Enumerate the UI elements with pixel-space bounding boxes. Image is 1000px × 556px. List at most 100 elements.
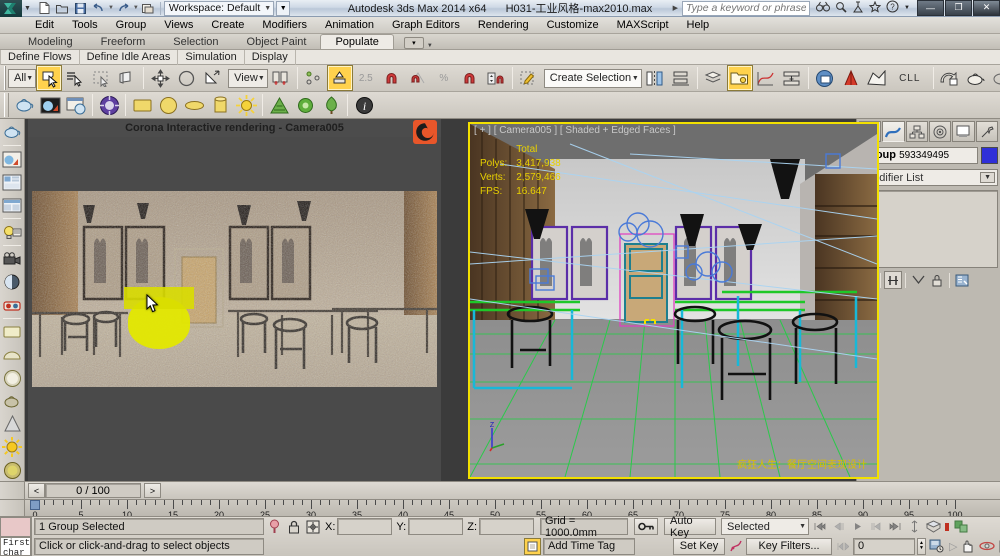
next-frame-button[interactable]: > [144, 483, 161, 498]
hierarchy-tab[interactable] [905, 121, 928, 142]
camera-viewport[interactable]: [ + ] [ Camera005 ] [ Shaded + Edged Fac… [468, 122, 879, 479]
favorite-star-icon[interactable] [868, 0, 882, 16]
daylight-system-icon[interactable] [1, 271, 24, 293]
previous-frame-button[interactable]: < [28, 483, 45, 498]
foliage-icon[interactable] [292, 92, 318, 118]
add-time-tag-field[interactable]: Add Time Tag [543, 537, 636, 555]
remove-modifier-icon[interactable] [928, 271, 946, 289]
box-primitive-icon[interactable] [129, 92, 155, 118]
current-frame-field[interactable]: 0 / 100 [45, 483, 141, 498]
edit-named-selection-icon[interactable] [516, 65, 542, 91]
binoculars-icon[interactable] [816, 1, 831, 15]
menu-item-maxscript[interactable]: MAXScript [608, 17, 678, 34]
workspace-selector[interactable]: Workspace: Default ▼ [163, 0, 275, 16]
render-setup-icon[interactable] [838, 65, 864, 91]
go-to-start-icon[interactable] [811, 519, 828, 535]
object-color-swatch[interactable] [981, 147, 998, 164]
toolbar-grip[interactable] [4, 66, 6, 90]
render-settings-icon[interactable] [63, 92, 89, 118]
sun-light-icon[interactable] [1, 436, 24, 458]
minimize-button[interactable]: — [917, 0, 944, 16]
make-unique-icon[interactable] [909, 271, 927, 289]
menu-item-graph-editors[interactable]: Graph Editors [383, 17, 469, 34]
window-crossing-icon[interactable] [114, 65, 140, 91]
save-file-icon[interactable] [72, 1, 89, 16]
track-bar[interactable]: 0 5 10 15 20 25 30 35 40 45 50 55 60 65 70 75 80 85 90 95 10… [0, 499, 1000, 516]
ribbon-tab-freeform[interactable]: Freeform [87, 35, 160, 49]
omni-light-icon[interactable] [233, 92, 259, 118]
ribbon-subtab-simulation[interactable]: Simulation [178, 49, 245, 65]
align-icon[interactable] [668, 65, 694, 91]
selection-filter-dropdown[interactable]: All ▼ [8, 68, 37, 88]
project-folder-icon[interactable] [140, 1, 157, 16]
maximize-button[interactable]: ❐ [945, 0, 972, 16]
select-and-rotate-icon[interactable] [173, 65, 199, 91]
info-icon[interactable]: i [351, 92, 377, 118]
maxscript-mini-listener[interactable]: First char [0, 517, 33, 556]
set-key-filters-icon[interactable] [727, 538, 744, 555]
ribbon-subtab-define-idle-areas[interactable]: Define Idle Areas [80, 49, 179, 65]
scene-explorer-icon[interactable] [726, 65, 753, 91]
select-and-scale-icon[interactable] [199, 65, 225, 91]
undo-dropdown-icon[interactable]: ▼ [108, 5, 114, 11]
select-and-move-icon[interactable] [147, 65, 173, 91]
z-coord-field[interactable] [479, 518, 534, 536]
configure-modifier-sets-icon[interactable] [953, 271, 971, 289]
key-value-spinner[interactable]: ▲ ▼ [917, 537, 927, 555]
menu-item-edit[interactable]: Edit [26, 17, 63, 34]
cone-tool-icon[interactable] [1, 413, 24, 435]
show-end-result-icon[interactable] [884, 271, 902, 289]
percent-snap-icon[interactable]: % [431, 65, 457, 91]
zoom-icon[interactable] [906, 519, 923, 535]
modifier-list-dropdown[interactable]: Modifier List ▼ [859, 169, 998, 186]
search-expand-icon[interactable]: ▶ [669, 4, 682, 12]
redo-dropdown-icon[interactable]: ▼ [133, 5, 139, 11]
select-by-name-icon[interactable] [62, 65, 88, 91]
redo-icon[interactable] [115, 1, 132, 16]
sphere-light-icon[interactable] [1, 459, 24, 481]
menu-item-create[interactable]: Create [202, 17, 253, 34]
modify-tab[interactable] [882, 121, 905, 142]
listener-output-white[interactable]: First char [0, 536, 32, 556]
open-file-icon[interactable] [54, 1, 71, 16]
cylinder-primitive-icon[interactable] [207, 92, 233, 118]
menu-item-help[interactable]: Help [678, 17, 719, 34]
close-button[interactable]: ✕ [973, 0, 1000, 16]
app-menu-caret-icon[interactable]: ▼ [22, 5, 33, 12]
plane-primitive-icon[interactable] [181, 92, 207, 118]
key-value-field[interactable]: 0 [853, 537, 916, 555]
light-lister-icon[interactable] [1, 221, 24, 243]
time-slider-handle[interactable] [30, 500, 40, 510]
material-editor-icon[interactable] [812, 65, 838, 91]
help-icon[interactable]: ? [886, 0, 899, 16]
isolate-selection-icon[interactable] [266, 518, 283, 535]
render-frame-tool-icon[interactable] [1, 148, 24, 170]
render-frame-window-icon[interactable] [864, 65, 890, 91]
render-preview-icon[interactable] [37, 92, 63, 118]
ribbon-tab-selection[interactable]: Selection [159, 35, 232, 49]
corona-logo-icon[interactable] [413, 120, 437, 144]
dome-tool-icon[interactable] [1, 344, 24, 366]
auto-key-button[interactable]: Auto Key [664, 515, 716, 539]
x-coord-field[interactable] [337, 518, 393, 536]
plane-tool-icon[interactable] [1, 321, 24, 343]
next-frame-icon[interactable] [868, 519, 885, 535]
utilities-tab[interactable] [975, 121, 998, 142]
key-mode-toggle-icon[interactable] [834, 538, 851, 554]
y-coord-field[interactable] [408, 518, 464, 536]
teapot-primitive-icon[interactable] [11, 92, 37, 118]
set-key-button[interactable]: Set Key [673, 537, 726, 555]
ribbon-subtab-display[interactable]: Display [245, 49, 296, 65]
menu-item-group[interactable]: Group [107, 17, 156, 34]
sphere-primitive-icon[interactable] [155, 92, 181, 118]
reference-coordinate-dropdown[interactable]: View ▼ [228, 68, 268, 88]
ribbon-tab-populate[interactable]: Populate [320, 34, 394, 49]
menu-item-tools[interactable]: Tools [63, 17, 107, 34]
percent-snap-magnet-icon[interactable] [457, 65, 483, 91]
mirror-icon[interactable] [642, 65, 668, 91]
snap-magnet-icon[interactable] [379, 65, 405, 91]
ribbon-tab-modeling[interactable]: Modeling [14, 35, 87, 49]
listener-input-pink[interactable] [0, 517, 32, 537]
menu-item-animation[interactable]: Animation [316, 17, 383, 34]
key-filters-button[interactable]: Key Filters... [746, 537, 833, 555]
